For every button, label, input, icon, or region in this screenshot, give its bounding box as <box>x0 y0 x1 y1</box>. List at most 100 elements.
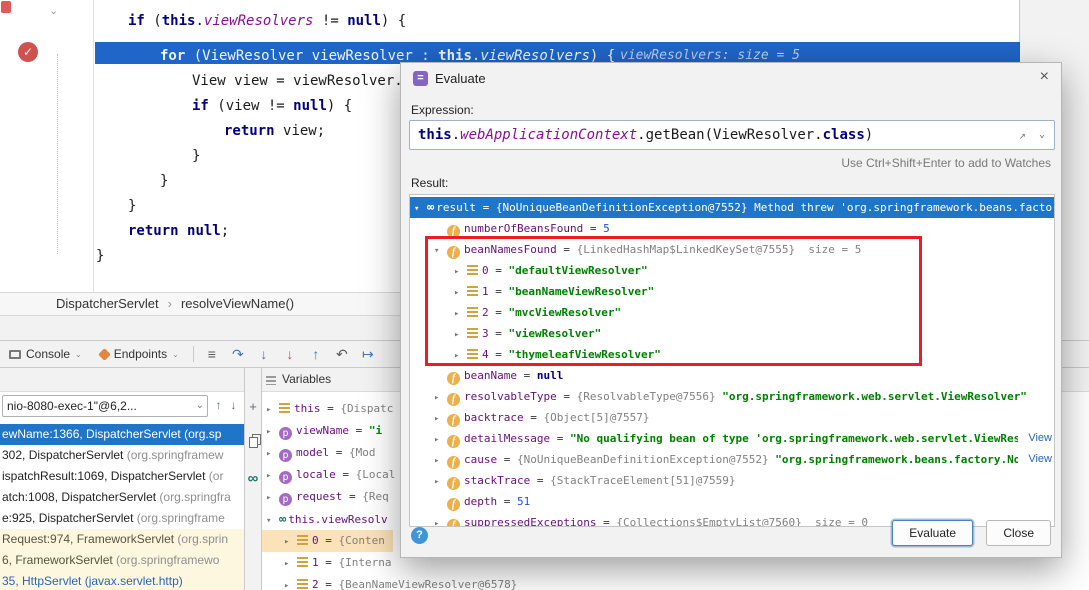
variable-name: 2 <box>312 578 319 590</box>
result-tree-row[interactable]: ▸fbacktrace = {Object[5]@7557} <box>410 407 1054 428</box>
field-icon: f <box>447 519 460 527</box>
result-tree-row[interactable]: ▾∞result = {NoUniqueBeanDefinitionExcept… <box>410 197 1054 218</box>
tree-chevron-icon[interactable]: ▾ <box>414 199 427 218</box>
drop-frame-icon[interactable]: ↶ <box>329 346 355 363</box>
frame-row[interactable]: 35, HttpServlet (javax.servlet.http) <box>0 571 244 590</box>
parameter-icon: p <box>279 493 292 506</box>
text-token: ) { <box>327 98 352 114</box>
variable-name: beanName <box>464 369 517 382</box>
tree-chevron-icon[interactable]: ▸ <box>454 262 467 281</box>
result-tree[interactable]: ▾∞result = {NoUniqueBeanDefinitionExcept… <box>409 194 1055 527</box>
result-tree-row[interactable]: ▸2 = "mvcViewResolver" <box>410 302 1054 323</box>
frame-row[interactable]: ispatchResult:1069, DispatcherServlet (o… <box>0 466 244 487</box>
result-tree-row[interactable]: ▸1 = "beanNameViewResolver" <box>410 281 1054 302</box>
variable-row[interactable]: ▸2 = {BeanNameViewResolver@6578} <box>262 574 525 590</box>
next-frame-icon[interactable]: ↓ <box>226 398 241 412</box>
step-out-icon[interactable]: ↑ <box>303 346 329 363</box>
step-into-icon[interactable]: ↓ <box>251 346 277 363</box>
dialog-titlebar[interactable]: = Evaluate × <box>401 63 1061 93</box>
variable-row[interactable]: ▸pmodel = {Mod <box>262 442 384 464</box>
text-token: ; <box>221 223 229 239</box>
frame-row[interactable]: ewName:1366, DispatcherServlet (org.sp <box>0 424 244 445</box>
text-token: View view = viewResolver. <box>192 73 403 89</box>
thread-selector[interactable]: nio-8080-exec-1"@6,2... ⌄ <box>2 395 208 417</box>
variable-row[interactable]: ▸prequest = {Req <box>262 486 397 508</box>
tree-chevron-icon[interactable]: ▸ <box>454 283 467 302</box>
tree-chevron-icon[interactable]: ▸ <box>434 472 447 491</box>
text-token: } <box>128 198 136 214</box>
text-token: return <box>128 223 187 239</box>
expand-editor-icon[interactable]: ↗ <box>1019 121 1026 149</box>
result-tree-row[interactable]: ▾fbeanNamesFound = {LinkedHashMap$Linked… <box>410 239 1054 260</box>
variable-row[interactable]: ▸0 = {Conten <box>262 530 393 552</box>
tree-chevron-icon[interactable]: ▸ <box>434 430 447 449</box>
tree-chevron-icon[interactable]: ▸ <box>266 465 279 487</box>
text-token: {Mod <box>349 446 376 459</box>
tree-chevron-icon[interactable]: ▸ <box>434 451 447 470</box>
result-tree-row[interactable]: ▸fdetailMessage = "No qualifying bean of… <box>410 428 1054 449</box>
previous-frame-icon[interactable]: ↑ <box>211 398 226 412</box>
result-tree-row[interactable]: ▸0 = "defaultViewResolver" <box>410 260 1054 281</box>
text-token: = <box>319 556 339 569</box>
tree-chevron-icon[interactable]: ▸ <box>266 399 279 421</box>
variable-row[interactable]: ▾∞this.viewResolv <box>262 508 396 530</box>
dialog-title: Evaluate <box>435 71 486 86</box>
add-watch-icon[interactable]: + <box>249 400 257 413</box>
tree-chevron-icon[interactable]: ▾ <box>434 241 447 260</box>
frames-panel[interactable]: nio-8080-exec-1"@6,2... ⌄ ↑↓ ewName:1366… <box>0 392 244 590</box>
evaluate-button[interactable]: Evaluate <box>892 520 973 546</box>
frame-row[interactable]: e:925, DispatcherServlet (org.springfram… <box>0 508 244 529</box>
result-tree-row[interactable]: ▸3 = "viewResolver" <box>410 323 1054 344</box>
result-tree-row[interactable]: ▸4 = "thymeleafViewResolver" <box>410 344 1054 365</box>
tree-chevron-icon[interactable]: ▸ <box>454 325 467 344</box>
close-icon[interactable]: × <box>1040 68 1049 86</box>
breadcrumb-method[interactable]: resolveViewName() <box>181 296 294 311</box>
force-step-into-icon[interactable]: ↓ <box>277 346 303 363</box>
tab-endpoints[interactable]: Endpoints ⌄ <box>91 341 188 367</box>
copy-icon[interactable] <box>249 437 258 448</box>
step-over-icon[interactable]: ↷ <box>225 346 251 363</box>
tab-console[interactable]: Console ⌄ <box>0 341 91 367</box>
frame-row[interactable]: 6, FrameworkServlet (org.springframewo <box>0 550 244 571</box>
variable-row[interactable]: ▸pviewName = "i <box>262 420 390 442</box>
frame-row[interactable]: Request:974, FrameworkServlet (org.sprin <box>0 529 244 550</box>
text-token: = <box>489 348 509 361</box>
help-icon[interactable]: ? <box>411 527 428 544</box>
result-tree-row[interactable]: fbeanName = null <box>410 365 1054 386</box>
tree-chevron-icon[interactable]: ▸ <box>434 514 447 527</box>
history-dropdown-icon[interactable]: ⌄ <box>1039 121 1045 149</box>
tree-chevron-icon[interactable]: ▸ <box>266 487 279 509</box>
result-tree-row[interactable]: ▸fresolvableType = {ResolvableType@7556}… <box>410 386 1054 407</box>
text-token: null <box>537 369 564 382</box>
result-tree-row[interactable]: fdepth = 51 <box>410 491 1054 512</box>
tree-chevron-icon[interactable]: ▸ <box>434 409 447 428</box>
tree-chevron-icon[interactable]: ▸ <box>284 531 297 553</box>
variable-row[interactable]: ▸plocale = {Local <box>262 464 403 486</box>
result-tree-row[interactable]: fnumberOfBeansFound = 5 <box>410 218 1054 239</box>
layout-settings-icon[interactable]: ≡ <box>199 346 225 363</box>
view-link[interactable]: View <box>1018 428 1052 449</box>
frame-row[interactable]: atch:1008, DispatcherServlet (org.spring… <box>0 487 244 508</box>
breadcrumb-class[interactable]: DispatcherServlet <box>56 296 159 311</box>
result-tree-row[interactable]: ▸fstackTrace = {StackTraceElement[51]@75… <box>410 470 1054 491</box>
variable-row[interactable]: ▸1 = {Interna <box>262 552 399 574</box>
tree-chevron-icon[interactable]: ▸ <box>284 575 297 590</box>
tree-chevron-icon[interactable]: ▸ <box>454 304 467 323</box>
text-token: "org.springframework.beans.factory.NoU <box>775 453 1027 466</box>
view-link[interactable]: View <box>1018 449 1052 470</box>
close-button[interactable]: Close <box>986 520 1051 546</box>
evaluate-expression-icon[interactable]: ∞ <box>248 472 259 485</box>
tree-chevron-icon[interactable]: ▸ <box>434 388 447 407</box>
frame-row[interactable]: 302, DispatcherServlet (org.springframew <box>0 445 244 466</box>
tree-chevron-icon[interactable]: ▸ <box>454 346 467 365</box>
array-element-icon <box>297 557 308 568</box>
variable-row[interactable]: ▸this = {Dispatc <box>262 398 401 420</box>
tree-chevron-icon[interactable]: ▸ <box>266 443 279 465</box>
tree-chevron-icon[interactable]: ▾ <box>266 510 279 532</box>
text-token: if <box>192 98 217 114</box>
tree-chevron-icon[interactable]: ▸ <box>266 421 279 443</box>
tree-chevron-icon[interactable]: ▸ <box>284 553 297 575</box>
run-to-cursor-icon[interactable]: ↦ <box>355 346 381 363</box>
expression-input[interactable]: this.webApplicationContext.getBean(ViewR… <box>409 120 1055 150</box>
result-tree-row[interactable]: ▸fcause = {NoUniqueBeanDefinitionExcepti… <box>410 449 1054 470</box>
